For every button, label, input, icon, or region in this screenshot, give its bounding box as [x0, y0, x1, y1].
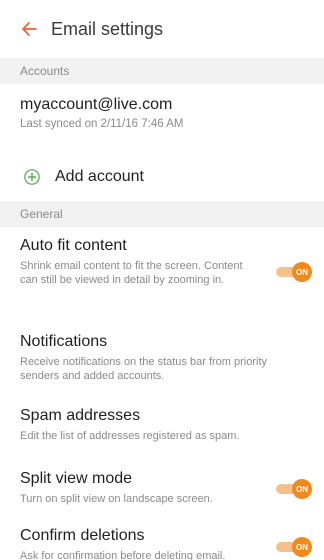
page-title: Email settings: [51, 18, 164, 39]
setting-auto-fit-content[interactable]: Auto fit content Shrink email content to…: [0, 227, 324, 321]
add-account-button[interactable]: Add account: [0, 153, 324, 201]
split-view-mode-toggle[interactable]: ON: [276, 479, 312, 499]
setting-title: Split view mode: [20, 470, 133, 487]
setting-confirm-deletions[interactable]: Confirm deletions Ask for confirmation b…: [0, 519, 324, 560]
account-email: myaccount@live.com: [20, 96, 173, 113]
toggle-knob: ON: [292, 262, 312, 282]
setting-title: Confirm deletions: [20, 527, 145, 544]
back-button[interactable]: [20, 20, 38, 38]
app-bar: Email settings: [0, 0, 324, 58]
add-account-label: Add account: [55, 168, 144, 185]
setting-description: Turn on split view on landscape screen.: [20, 493, 213, 505]
arrow-left-icon: [22, 22, 37, 36]
setting-description: Receive notifications on the status bar …: [20, 356, 268, 382]
toggle-knob: ON: [292, 479, 312, 499]
setting-title: Notifications: [20, 333, 108, 350]
setting-title: Auto fit content: [20, 237, 127, 254]
account-item[interactable]: myaccount@live.com Last synced on 2/11/1…: [0, 84, 324, 153]
setting-notifications[interactable]: Notifications Receive notifications on t…: [0, 321, 324, 396]
confirm-deletions-toggle[interactable]: ON: [276, 537, 312, 557]
setting-spam-addresses[interactable]: Spam addresses Edit the list of addresse…: [0, 396, 324, 459]
account-last-synced: Last synced on 2/11/16 7:46 AM: [20, 118, 184, 130]
setting-description: Ask for confirmation before deleting ema…: [20, 550, 226, 560]
setting-description: Edit the list of addresses registered as…: [20, 430, 240, 442]
plus-icon: [24, 169, 40, 185]
section-header-general: General: [0, 201, 324, 227]
setting-title: Spam addresses: [20, 407, 141, 424]
auto-fit-content-toggle[interactable]: ON: [276, 262, 312, 282]
setting-description: Shrink email content to fit the screen. …: [20, 260, 243, 286]
toggle-knob: ON: [292, 537, 312, 557]
section-header-accounts: Accounts: [0, 58, 324, 84]
setting-split-view-mode[interactable]: Split view mode Turn on split view on la…: [0, 459, 324, 519]
